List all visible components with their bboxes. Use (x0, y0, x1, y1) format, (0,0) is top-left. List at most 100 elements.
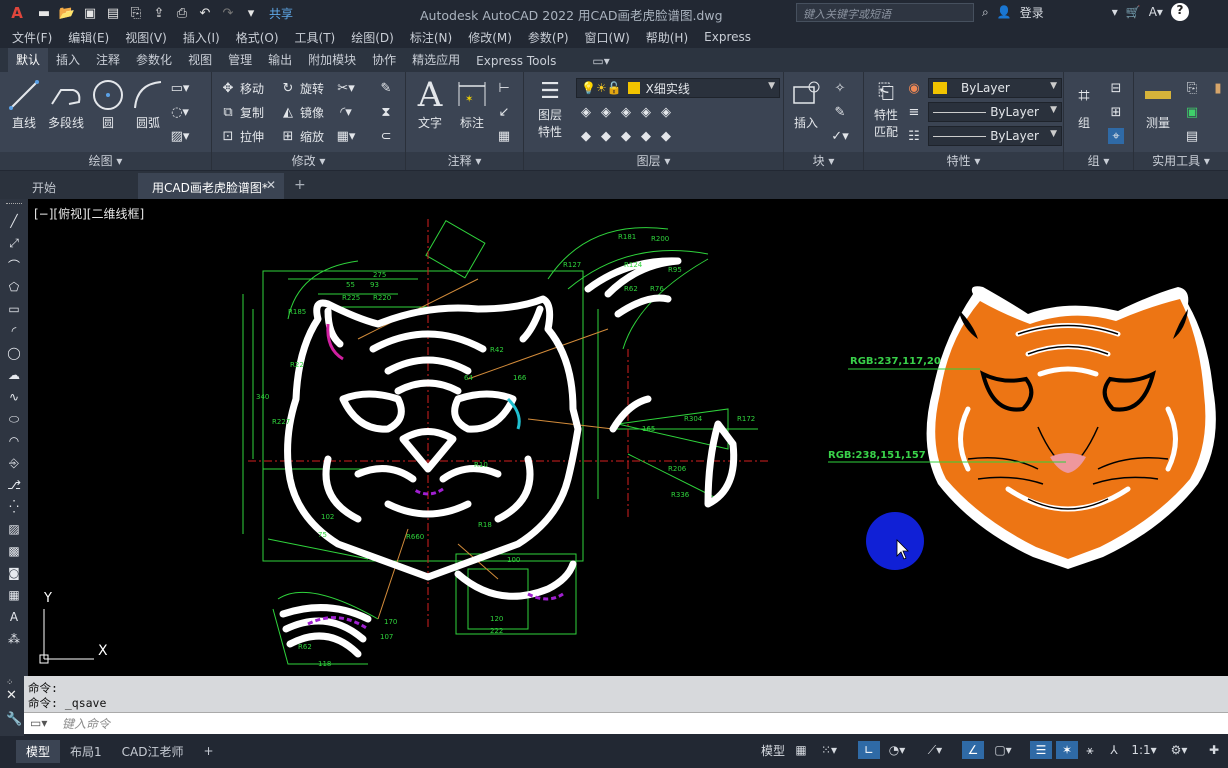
layers-panel-title[interactable]: 图层 ▾ (524, 152, 783, 170)
linetype-dropdown[interactable]: ByLayer ▼ (928, 102, 1062, 122)
menu-edit[interactable]: 编辑(E) (68, 29, 109, 46)
gradient-icon[interactable]: ▩ (6, 543, 22, 559)
array-icon[interactable]: ▦▾ (337, 126, 356, 146)
ribbon-tab-addins[interactable]: 附加模块 (300, 48, 364, 72)
menu-draw[interactable]: 绘图(D) (351, 29, 394, 46)
calculator-icon[interactable]: ▤ (1184, 126, 1200, 146)
measure-button[interactable]: 测量 (1138, 76, 1178, 131)
linetype-icon[interactable]: ≡ (906, 102, 922, 122)
start-tab[interactable]: 开始 (18, 173, 138, 199)
leader-icon[interactable]: ↙ (496, 102, 512, 122)
group-edit-icon[interactable]: ⊞ (1108, 102, 1124, 122)
hatch-icon[interactable]: ▨ (6, 521, 22, 537)
rotate-button[interactable]: ↻ 旋转 (280, 78, 324, 98)
make-block-icon[interactable]: ⎇ (6, 477, 22, 493)
layer-dropdown[interactable]: 💡☀🔓 X细实线 ▼ (576, 78, 780, 98)
save-web-icon[interactable]: ⇪ (150, 4, 168, 22)
ribbon-tab-insert[interactable]: 插入 (48, 48, 88, 72)
table-icon[interactable]: ▦ (496, 126, 512, 146)
move-button[interactable]: ✥ 移动 (220, 78, 264, 98)
ribbon-tab-home[interactable]: 默认 (8, 48, 49, 72)
customize-plus-icon[interactable]: ✚ (1204, 741, 1224, 759)
trim-icon[interactable]: ✂▾ (337, 78, 354, 98)
boundary-icon[interactable]: ▨▾ (171, 126, 190, 146)
isometric-icon[interactable]: ⟋▾ (922, 741, 948, 759)
ortho-icon[interactable]: ∟ (858, 741, 880, 759)
gear-icon[interactable]: ⚙▾ (1164, 741, 1194, 759)
stretch-button[interactable]: ⊡ 拉伸 (220, 126, 264, 146)
user-icon[interactable]: 👤 (997, 5, 1012, 19)
object-snap-tracking-icon[interactable]: ∠ (962, 741, 984, 759)
share-button[interactable]: 共享 (269, 5, 293, 22)
properties-panel-title[interactable]: 特性 ▾ (864, 152, 1063, 170)
lineweight-dropdown[interactable]: ByLayer ▼ (928, 126, 1062, 146)
menu-tools[interactable]: 工具(T) (295, 29, 336, 46)
annotation-visibility-icon[interactable]: ✶ (1056, 741, 1078, 759)
new-file-icon[interactable]: ▬ (35, 4, 53, 22)
groups-panel-title[interactable]: 组 ▾ (1064, 152, 1133, 170)
menu-dimension[interactable]: 标注(N) (410, 29, 452, 46)
snap-icon[interactable]: ⁙▾ (816, 741, 842, 759)
rectangle-icon[interactable]: ▭ (6, 301, 22, 317)
table-icon[interactable]: ▦ (6, 587, 22, 603)
annotation-scale-icon[interactable]: ⅄ (1104, 741, 1124, 759)
drawing-canvas[interactable]: [−][俯视][二维线框] 275 55 93 R225 R220 R185 R… (28, 199, 1228, 676)
ribbon-tab-annotate[interactable]: 注释 (88, 48, 128, 72)
text-button[interactable]: A 文字 (410, 75, 450, 131)
polygon-icon[interactable]: ⬠ (6, 279, 22, 295)
layer-properties-button[interactable]: ☰ 图层 特性 (532, 76, 568, 140)
polar-icon[interactable]: ◔▾ (884, 741, 910, 759)
ribbon-tab-collaborate[interactable]: 协作 (364, 48, 404, 72)
redo-icon[interactable]: ↷ (219, 4, 237, 22)
point-icon[interactable]: ⁛ (6, 499, 22, 515)
search-icon[interactable]: ⌕ (982, 5, 989, 20)
menu-format[interactable]: 格式(O) (236, 29, 279, 46)
polyline-button[interactable]: 多段线 (44, 76, 88, 131)
annotation-panel-title[interactable]: 注释 ▾ (406, 152, 523, 170)
color-wheel-icon[interactable]: ◉ (906, 78, 922, 98)
insert-block-button[interactable]: 插入 (786, 76, 826, 131)
id-point-icon[interactable]: ⎘ (1184, 78, 1200, 98)
line-icon[interactable]: ╱ (6, 213, 22, 229)
print-icon[interactable]: ⎙ (173, 4, 191, 22)
menu-window[interactable]: 窗口(W) (585, 29, 630, 46)
revcloud-icon[interactable]: ☁ (6, 367, 22, 383)
menu-file[interactable]: 文件(F) (12, 29, 52, 46)
ribbon-minimize-icon[interactable]: ▭▾ (584, 51, 617, 72)
login-dropdown-icon[interactable]: ▾ (1112, 5, 1118, 19)
toolbar-grip[interactable] (6, 203, 22, 209)
layer-tools-row-1[interactable]: ◈ ◈ ◈ ◈ ◈ (578, 102, 674, 122)
match-properties-button[interactable]: ⎗ 特性 匹配 (868, 76, 904, 140)
circle-icon[interactable]: ◯ (6, 345, 22, 361)
menu-insert[interactable]: 插入(I) (183, 29, 220, 46)
menu-help[interactable]: 帮助(H) (646, 29, 688, 46)
tab-model[interactable]: 模型 (16, 739, 61, 763)
clipboard-icon[interactable]: ▮ (1210, 78, 1226, 98)
command-input[interactable]: ▭▾ 键入命令 (24, 712, 1228, 734)
close-tab-icon[interactable]: ✕ (266, 178, 276, 192)
add-layout-button[interactable]: + (194, 741, 224, 761)
rectangle-icon[interactable]: ▭▾ (171, 78, 190, 98)
menu-modify[interactable]: 修改(M) (468, 29, 512, 46)
annotation-autoscale-icon[interactable]: ⚹ (1080, 741, 1100, 759)
menu-parametric[interactable]: 参数(P) (528, 29, 569, 46)
object-snap-icon[interactable]: ▢▾ (988, 741, 1018, 759)
menu-express[interactable]: Express (704, 30, 751, 44)
erase-icon[interactable]: ✎ (378, 78, 394, 98)
ellipse-icon[interactable]: ⬭ (6, 411, 22, 427)
undo-icon[interactable]: ↶ (196, 4, 214, 22)
region-icon[interactable]: ◙ (6, 565, 22, 581)
modify-panel-title[interactable]: 修改 ▾ (212, 152, 405, 170)
linear-dim-icon[interactable]: ⊢ (496, 78, 512, 98)
block-attribute-icon[interactable]: ✓▾ (831, 126, 848, 146)
create-block-icon[interactable]: ✧ (832, 78, 848, 98)
lineweight-display-icon[interactable]: ☰ (1030, 741, 1052, 759)
quick-select-icon[interactable]: ▣ (1184, 102, 1200, 122)
ribbon-tab-express[interactable]: Express Tools (468, 51, 564, 72)
open-web-icon[interactable]: ⎘ (127, 4, 145, 22)
ribbon-tab-parametric[interactable]: 参数化 (128, 48, 180, 72)
wrench-icon[interactable]: 🔧 (6, 712, 22, 727)
autodesk-a-icon[interactable]: A▾ (1149, 5, 1163, 19)
close-icon[interactable]: ✕ (6, 688, 17, 703)
search-input[interactable]: 键入关键字或短语 (796, 3, 974, 22)
